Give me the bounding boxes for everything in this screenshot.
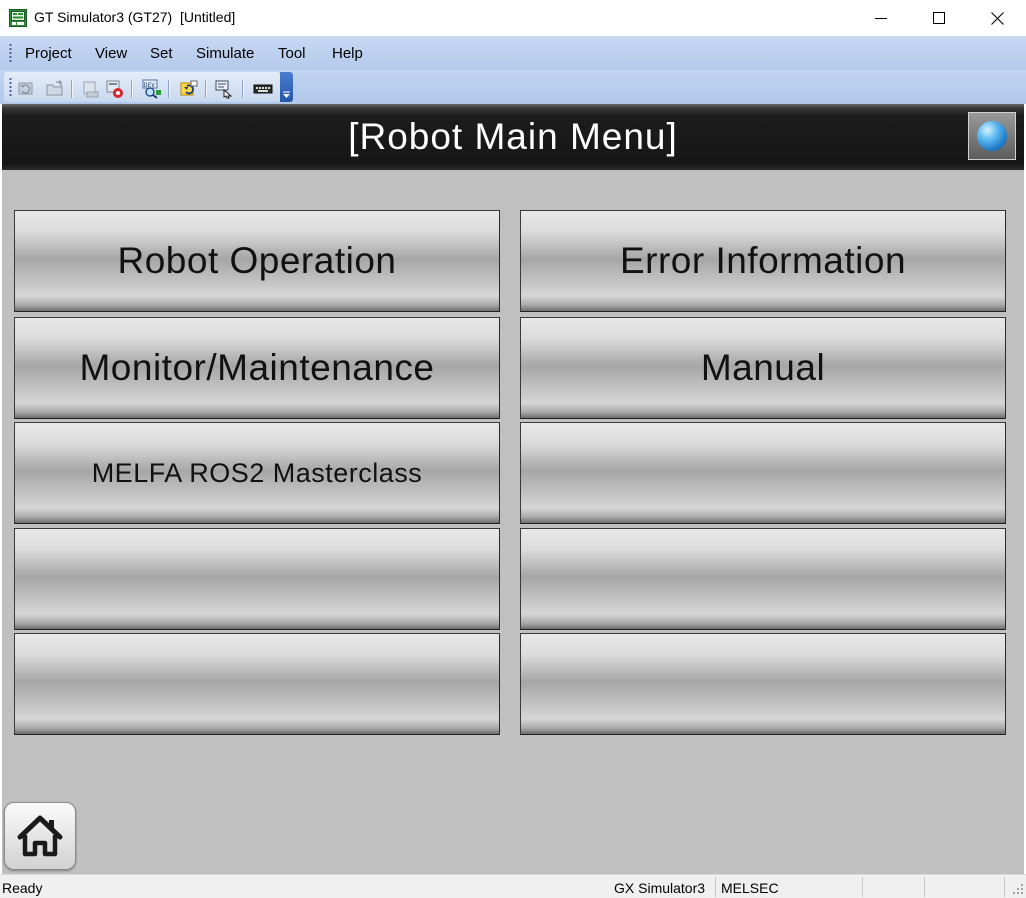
- toolbar-strip: DEV: [4, 72, 280, 102]
- toolbar-separator: [205, 80, 207, 98]
- connection-status: MELSEC: [721, 880, 779, 896]
- menu-simulate[interactable]: Simulate: [196, 45, 254, 62]
- menubar-grip[interactable]: [9, 43, 12, 63]
- status-text: Ready: [2, 880, 43, 896]
- toolbar-separator: [71, 80, 73, 98]
- app-icon: [9, 9, 27, 27]
- toolbar: DEV: [0, 70, 1026, 104]
- keyboard-icon[interactable]: [253, 79, 273, 99]
- screen-header: [Robot Main Menu]: [2, 104, 1024, 170]
- toolbar-separator: [131, 80, 133, 98]
- device-monitor-icon[interactable]: [105, 79, 125, 99]
- search-icon[interactable]: DEV: [142, 79, 162, 99]
- menu-help[interactable]: Help: [332, 45, 363, 62]
- toolbar-overflow-icon: [283, 91, 290, 98]
- empty-menu-button[interactable]: [14, 633, 500, 735]
- globe-icon: [977, 121, 1007, 151]
- menu-set[interactable]: Set: [150, 45, 173, 62]
- open-project-icon[interactable]: [45, 79, 65, 99]
- toolbar-grip[interactable]: [9, 77, 12, 97]
- button-label: Error Information: [619, 240, 907, 281]
- minimize-icon: [875, 18, 887, 19]
- empty-menu-button[interactable]: [520, 528, 1006, 630]
- manual-button[interactable]: Manual: [520, 317, 1006, 419]
- error-information-button[interactable]: Error Information: [520, 210, 1006, 312]
- menu-view[interactable]: View: [95, 45, 127, 62]
- title-bar: GT Simulator3 (GT27) [Untitled]: [0, 0, 1026, 36]
- status-separator: [924, 877, 925, 897]
- language-button[interactable]: [968, 112, 1016, 160]
- maximize-button[interactable]: [910, 0, 968, 36]
- toolbar-separator: [242, 80, 244, 98]
- button-label: Robot Operation: [117, 240, 397, 281]
- button-label: Manual: [700, 347, 826, 388]
- empty-menu-button[interactable]: [520, 633, 1006, 735]
- script-icon[interactable]: [179, 79, 199, 99]
- hmi-screen: [Robot Main Menu] Robot Operation Error …: [2, 104, 1024, 874]
- simulator-status: GX Simulator3: [614, 880, 706, 896]
- button-label: MELFA ROS2 Masterclass: [91, 457, 423, 488]
- menu-tool[interactable]: Tool: [278, 45, 306, 62]
- close-button[interactable]: [968, 0, 1026, 36]
- button-label: Monitor/Maintenance: [79, 347, 435, 388]
- resize-grip-icon[interactable]: [1012, 883, 1024, 895]
- print-icon[interactable]: [81, 79, 101, 99]
- home-icon: [17, 815, 63, 857]
- screen-title: [Robot Main Menu]: [348, 116, 678, 157]
- empty-menu-button[interactable]: [520, 422, 1006, 524]
- maximize-icon: [933, 12, 945, 24]
- status-separator: [1004, 877, 1005, 897]
- empty-menu-button[interactable]: [14, 528, 500, 630]
- toolbar-overflow-button[interactable]: [280, 72, 293, 102]
- status-bar: Ready GX Simulator3 MELSEC: [0, 874, 1026, 898]
- toolbar-separator: [168, 80, 170, 98]
- minimize-button[interactable]: [852, 0, 910, 36]
- monitor-maintenance-button[interactable]: Monitor/Maintenance: [14, 317, 500, 419]
- start-simulation-icon[interactable]: [17, 79, 37, 99]
- home-button[interactable]: [4, 802, 76, 870]
- status-separator: [715, 877, 716, 897]
- status-separator: [862, 877, 863, 897]
- window-title: GT Simulator3 (GT27) [Untitled]: [34, 9, 236, 25]
- melfa-ros2-masterclass-button[interactable]: MELFA ROS2 Masterclass: [14, 422, 500, 524]
- close-icon: [990, 11, 1004, 25]
- gt-simulator-window: GT Simulator3 (GT27) [Untitled] Project …: [0, 0, 1026, 898]
- menu-bar: Project View Set Simulate Tool Help: [0, 36, 1026, 70]
- menu-project[interactable]: Project: [25, 45, 72, 62]
- touch-input-icon[interactable]: [215, 79, 235, 99]
- robot-operation-button[interactable]: Robot Operation: [14, 210, 500, 312]
